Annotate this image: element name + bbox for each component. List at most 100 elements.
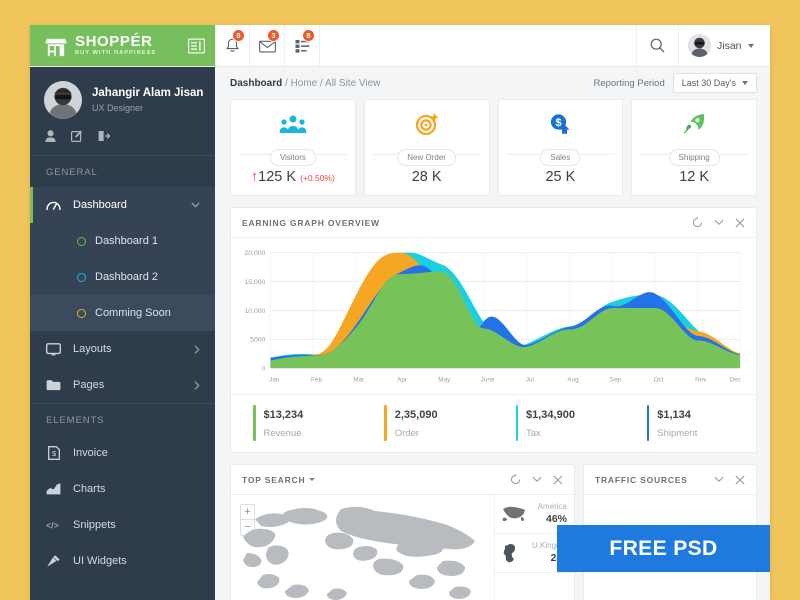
bell-badge: 8 [232,29,245,42]
sidebar: Jahangir Alam Jisan UX Designer GENERAL … [30,67,215,600]
earning-graph-tools [692,217,745,228]
topbar-notifications: 8 3 8 [215,25,320,66]
chevron-down-icon[interactable] [532,476,542,483]
sidebar-item-snippets[interactable]: </> Snippets [30,507,215,543]
sidebar-item-pages[interactable]: Pages [30,367,215,403]
sidebar-item-charts[interactable]: Charts [30,471,215,507]
folder-icon [46,379,61,391]
uk-map-icon [503,544,515,563]
tasks-button[interactable]: 8 [285,25,320,66]
chevron-down-icon[interactable] [714,219,724,226]
sidebar-item-charts-label: Charts [73,483,106,495]
svg-text:10,000: 10,000 [244,308,265,315]
sidebar-subitem-dashboard-2[interactable]: Dashboard 2 [30,259,215,295]
stat-card-visitors-value: ↑125 K (+0.50%) [231,169,355,185]
sidebar-item-ui-widgets[interactable]: UI Widgets [30,543,215,579]
stat-card-new-order-pill: New Order [397,149,456,166]
earning-chart-body: 20,000 15,000 10,000 5000 0 Jan Feb Mar … [231,238,756,394]
refresh-icon[interactable] [692,217,703,228]
logout-icon[interactable] [98,130,110,142]
brand-name: SHOPPÉR [75,32,153,50]
target-icon [365,111,489,137]
svg-text:Oct: Oct [654,377,664,384]
dashboard-app: SHOPPÉR BUY WITH HAPPINESS 8 3 8 Jisan J… [30,25,770,600]
status-dot-icon [77,272,86,282]
sidebar-item-layouts[interactable]: Layouts [30,331,215,367]
reporting-period: Reporting Period Last 30 Day's [593,73,757,93]
legend-shipment-label: Shipment [657,428,698,439]
legend-tax-value: $1,34,900 [526,409,575,421]
stat-card-shipping-value: 12 K [679,169,710,185]
country-america-pct: 46% [545,512,567,525]
country-america-name: America [537,502,567,512]
search-button[interactable] [636,25,678,66]
close-icon[interactable] [553,474,563,485]
sidebar-subitem-dashboard-1-label: Dashboard 1 [95,235,158,247]
brand-logo-area[interactable]: SHOPPÉR BUY WITH HAPPINESS [30,25,215,66]
sidebar-subitem-comming-soon[interactable]: Comming Soon [30,295,215,331]
reporting-period-select[interactable]: Last 30 Day's [672,73,757,93]
svg-text:$: $ [556,117,562,129]
svg-text:5000: 5000 [250,337,266,344]
free-psd-banner-text: FREE PSD [609,536,718,560]
legend-order-label: Order [394,428,420,439]
world-map-icon [243,506,475,600]
user-menu[interactable]: Jisan [678,25,770,66]
profile-avatar [44,81,82,119]
top-search-title[interactable]: TOP SEARCH [242,475,316,485]
messages-button[interactable]: 3 [250,25,285,66]
profile-role: UX Designer [92,102,144,113]
stat-card-sales[interactable]: $ Sales 25 K [497,99,624,196]
legend-color-bar [515,405,518,441]
svg-text:Jul: Jul [526,377,534,384]
svg-text:Nov: Nov [695,377,707,384]
sidebar-profile: Jahangir Alam Jisan UX Designer [30,67,215,155]
visitors-value: 125 K [258,169,297,185]
sidebar-toggle-icon[interactable] [188,38,205,53]
user-icon[interactable] [45,130,56,142]
legend-item-revenue: $13,234 Revenue [231,405,362,441]
close-icon[interactable] [735,474,745,485]
card-divider: Visitors [231,146,355,166]
chevron-down-icon[interactable] [714,476,724,483]
traffic-sources-header: TRAFFIC SOURCES [584,465,756,495]
notifications-bell-button[interactable]: 8 [215,25,250,66]
legend-revenue-label: Revenue [263,428,302,439]
legend-item-tax: $1,34,900 Tax [494,405,625,441]
stat-card-visitors-pill: Visitors [269,149,316,166]
stat-card-new-order-value: 28 K [411,169,442,185]
close-icon[interactable] [735,217,745,228]
stat-card-visitors[interactable]: Visitors ↑125 K (+0.50%) [230,99,356,196]
invoice-icon: $ [46,446,61,460]
svg-text:June: June [481,377,495,384]
svg-text:Mar: Mar [353,377,364,384]
status-dot-icon [77,236,86,246]
card-divider: Shipping [632,146,756,166]
top-search-body: + − America 46% U.Kingdom [231,495,574,600]
chevron-right-icon [194,380,200,390]
stat-card-new-order[interactable]: New Order 28 K [363,99,490,196]
sidebar-item-dashboard-label: Dashboard [73,199,127,211]
bar-chart-icon [46,483,61,495]
stat-card-shipping[interactable]: Shipping 12 K [631,99,757,196]
rocket-icon [632,111,756,137]
chevron-down-icon [742,81,748,85]
monitor-icon [46,342,61,356]
earning-graph-title: EARNING GRAPH OVERVIEW [242,217,380,228]
sidebar-subitem-dashboard-1[interactable]: Dashboard 1 [30,223,215,259]
edit-icon[interactable] [71,130,83,142]
usa-map-icon [502,506,525,521]
refresh-icon[interactable] [510,474,521,485]
earning-legend: $13,234 Revenue 2,35,090 Order $1,34,900 [231,394,756,452]
sidebar-item-invoice[interactable]: $ Invoice [30,435,215,471]
sidebar-item-dashboard[interactable]: Dashboard [30,187,215,223]
user-name: Jisan [717,39,742,52]
main-content: Dashboard / Home / All Site View Reporti… [215,67,770,600]
sidebar-subitem-comming-soon-label: Comming Soon [95,307,171,319]
breadcrumb-current[interactable]: Dashboard [230,78,282,89]
breadcrumb-trail: / Home / All Site View [282,77,381,89]
sidebar-item-pages-label: Pages [73,379,105,391]
sidebar-item-invoice-label: Invoice [73,447,108,459]
card-divider: Sales [499,146,623,166]
world-map[interactable]: + − [231,495,494,600]
